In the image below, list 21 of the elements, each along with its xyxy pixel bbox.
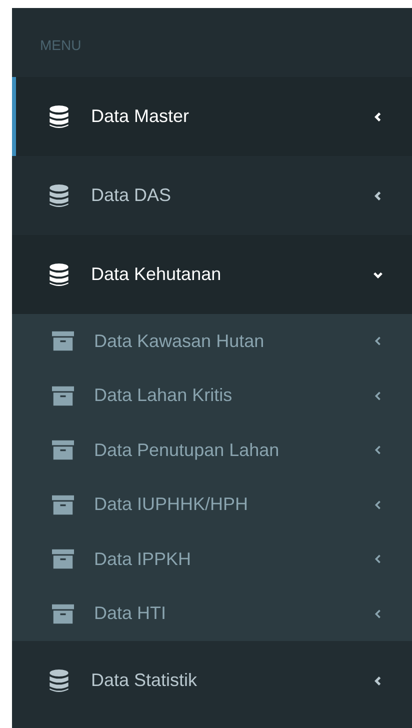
menu-item[interactable]: Data DAS	[12, 156, 412, 235]
archive-icon	[52, 494, 74, 515]
submenu-item[interactable]: Data HTI	[12, 586, 412, 641]
submenu-item[interactable]: Data IPPKH	[12, 532, 412, 586]
submenu-item[interactable]: Data Penutupan Lahan	[12, 423, 412, 478]
database-icon	[48, 668, 70, 692]
menu-item[interactable]: Data Statistik	[12, 641, 412, 720]
menu-item[interactable]: Data Master	[12, 77, 412, 156]
database-icon	[48, 104, 70, 128]
submenu-item[interactable]: Data Kawasan Hutan	[12, 314, 412, 368]
archive-icon	[52, 440, 74, 460]
archive-icon	[52, 331, 74, 352]
menu-item[interactable]: Data Kehutanan	[12, 235, 412, 314]
archive-icon	[52, 549, 74, 570]
submenu-item[interactable]: Data Lahan Kritis	[12, 368, 412, 423]
archive-icon	[52, 604, 74, 624]
database-icon	[48, 184, 70, 208]
database-icon	[48, 262, 70, 286]
menu-header: MENU	[39, 36, 82, 48]
submenu-item[interactable]: Data IUPHHK/HPH	[12, 478, 412, 532]
archive-icon	[52, 386, 74, 406]
